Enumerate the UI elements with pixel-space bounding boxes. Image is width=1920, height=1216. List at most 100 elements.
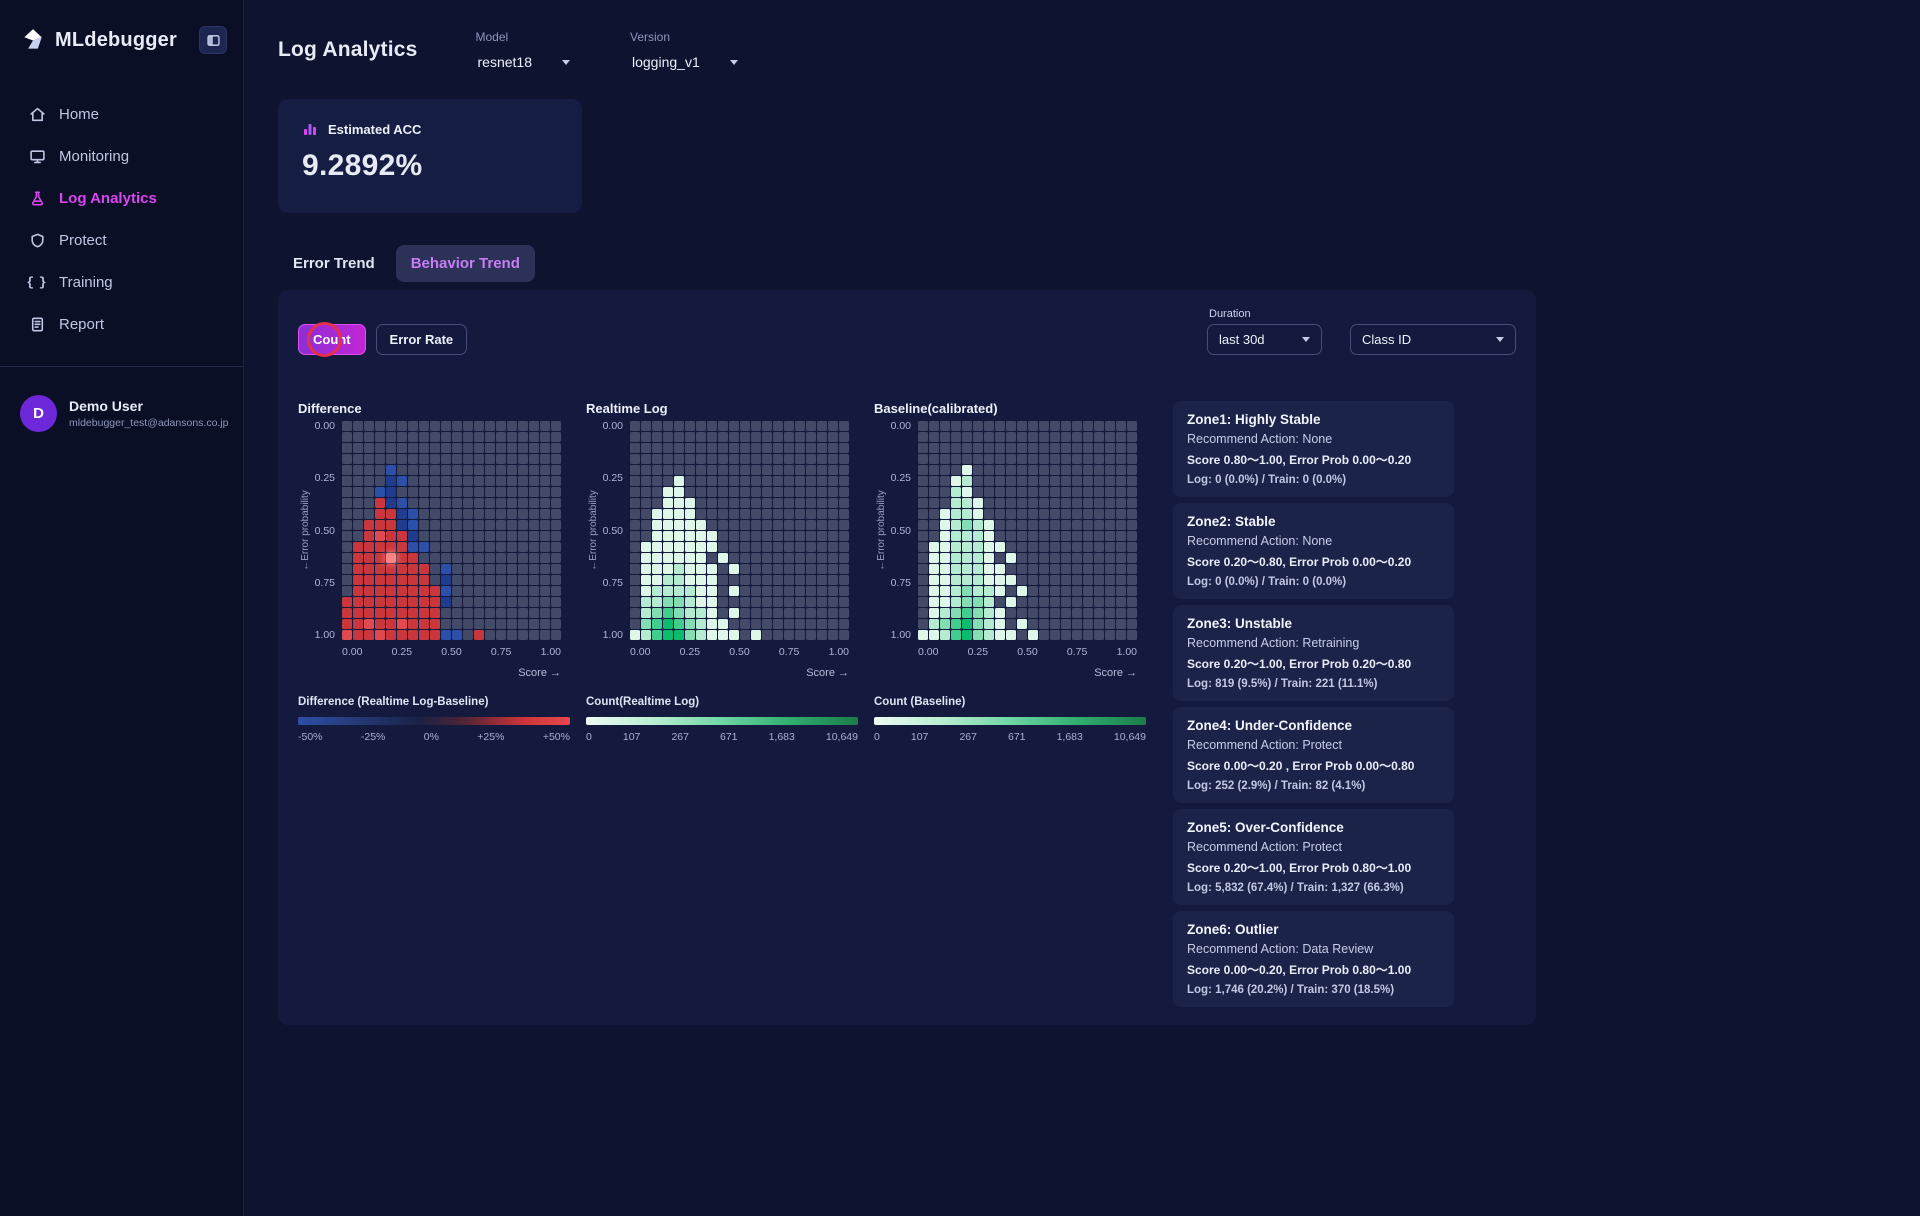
heatmap-cell: [507, 619, 517, 629]
heatmap-cell: [386, 575, 396, 585]
heatmap-cell: [1028, 454, 1038, 464]
axis-tick-label: 1.00: [312, 630, 335, 640]
heatmap-cell: [1094, 487, 1104, 497]
heatmap-cell: [652, 608, 662, 618]
model-select-group: Model resnet18: [476, 30, 572, 73]
heatmap-cell: [773, 476, 783, 486]
heatmap-cell: [1116, 597, 1126, 607]
heatmap-cell: [729, 553, 739, 563]
heatmap-cell: [995, 432, 1005, 442]
sidebar-nav: Home Monitoring Log Analytics: [0, 96, 243, 342]
heatmap-cell: [984, 630, 994, 640]
heatmap-cell: [751, 586, 761, 596]
heatmap-cell: [408, 498, 418, 508]
user-profile[interactable]: D Demo User mldebugger_test@adansons.co.…: [0, 367, 243, 460]
heatmap-cell: [729, 443, 739, 453]
heatmap-cell: [518, 586, 528, 596]
heatmap-grid[interactable]: [918, 421, 1137, 640]
app-logo-icon: [20, 27, 46, 53]
heatmap-cell: [652, 553, 662, 563]
heatmap-cell: [496, 421, 506, 431]
heatmap-cell: [973, 509, 983, 519]
heatmap-cell: [973, 432, 983, 442]
heatmap-cell: [496, 575, 506, 585]
tab-error-trend[interactable]: Error Trend: [278, 245, 390, 282]
heatmap-cell: [685, 531, 695, 541]
sidebar-item-log-analytics[interactable]: Log Analytics: [12, 180, 231, 216]
heatmap-cell: [441, 421, 451, 431]
sidebar-item-label: Monitoring: [59, 148, 129, 165]
heatmap-cell: [940, 597, 950, 607]
sidebar: MLdebugger Home: [0, 0, 244, 1216]
heatmap-grid[interactable]: [342, 421, 561, 640]
heatmap-cell: [342, 509, 352, 519]
heatmap-cell: [551, 520, 561, 530]
heatmap-cell: [551, 630, 561, 640]
heatmap-cell: [729, 564, 739, 574]
class-id-select[interactable]: Class ID: [1350, 324, 1516, 355]
heatmap-cell: [1105, 553, 1115, 563]
tab-behavior-trend[interactable]: Behavior Trend: [396, 245, 535, 282]
heatmap-cell: [529, 597, 539, 607]
heatmap-cell: [995, 421, 1005, 431]
heatmap-cell: [452, 520, 462, 530]
heatmap-cell: [1039, 509, 1049, 519]
heatmap-cell: [1050, 421, 1060, 431]
heatmap-cell: [474, 476, 484, 486]
heatmap-cell: [707, 575, 717, 585]
heatmap-grid[interactable]: [630, 421, 849, 640]
heatmap-cell: [817, 553, 827, 563]
version-select[interactable]: logging_v1: [630, 51, 740, 73]
heatmap-cell: [751, 553, 761, 563]
heatmap-cell: [663, 564, 673, 574]
heatmap-cell: [740, 520, 750, 530]
zone-card: Zone3: UnstableRecommend Action: Retrain…: [1173, 605, 1454, 701]
model-select[interactable]: resnet18: [476, 51, 572, 73]
sidebar-item-monitoring[interactable]: Monitoring: [12, 138, 231, 174]
heatmap-cell: [408, 586, 418, 596]
heatmap-cell: [918, 454, 928, 464]
heatmap-cell: [718, 454, 728, 464]
heatmap-cell: [973, 531, 983, 541]
count-button[interactable]: Count: [298, 324, 366, 355]
heatmap-cell: [364, 619, 374, 629]
heatmap-cell: [839, 586, 849, 596]
heatmap-cell: [663, 498, 673, 508]
error-rate-button[interactable]: Error Rate: [376, 324, 468, 355]
heatmap-cell: [408, 619, 418, 629]
heatmap-cell: [951, 597, 961, 607]
heatmap-cell: [740, 542, 750, 552]
heatmap-cell: [419, 619, 429, 629]
heatmap-cell: [707, 586, 717, 596]
sidebar-collapse-button[interactable]: [199, 26, 227, 54]
heatmap-cell: [762, 586, 772, 596]
heatmap-cell: [641, 421, 651, 431]
heatmap-cell: [995, 487, 1005, 497]
sidebar-item-home[interactable]: Home: [12, 96, 231, 132]
heatmap-cell: [839, 553, 849, 563]
sidebar-item-training[interactable]: { } Training: [12, 264, 231, 300]
heatmap-cell: [1061, 432, 1071, 442]
monitor-icon: [28, 147, 46, 165]
heatmap-cell: [1116, 608, 1126, 618]
heatmap-cell: [940, 487, 950, 497]
heatmap-cell: [773, 509, 783, 519]
heatmap-cell: [1127, 553, 1137, 563]
heatmap-cell: [696, 487, 706, 497]
heatmap-cell: [995, 476, 1005, 486]
heatmap-cell: [452, 421, 462, 431]
heatmap-cell: [1028, 443, 1038, 453]
heatmap-cell: [795, 520, 805, 530]
heatmap-cell: [1094, 608, 1104, 618]
heatmap-cell: [518, 454, 528, 464]
sidebar-item-protect[interactable]: Protect: [12, 222, 231, 258]
duration-select[interactable]: last 30d: [1207, 324, 1322, 355]
heatmap-cell: [1116, 476, 1126, 486]
heatmap-cell: [529, 454, 539, 464]
zone-stats: Log: 819 (9.5%) / Train: 221 (11.1%): [1187, 678, 1440, 690]
zone-action: Recommend Action: None: [1187, 534, 1440, 548]
sidebar-item-report[interactable]: Report: [12, 306, 231, 342]
heatmap-cell: [408, 553, 418, 563]
heatmap-cell: [540, 630, 550, 640]
heatmap-cell: [397, 509, 407, 519]
